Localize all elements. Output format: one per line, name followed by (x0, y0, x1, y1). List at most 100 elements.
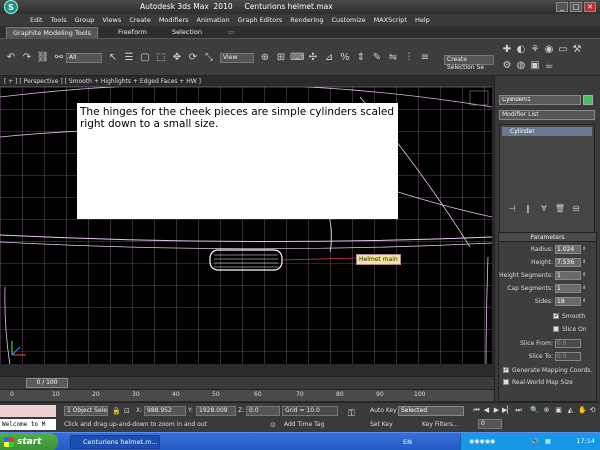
object-name-field[interactable] (499, 95, 581, 105)
select-scale-icon[interactable]: ⤡ (202, 51, 216, 65)
select-move-icon[interactable]: ✥ (170, 51, 184, 65)
select-rotate-icon[interactable]: ⟳ (186, 51, 200, 65)
align-icon[interactable]: ⫶ (402, 51, 416, 65)
menu-create[interactable]: Create (129, 16, 151, 24)
window-crossing-icon[interactable]: ⬚ (154, 51, 168, 65)
perspective-viewport[interactable]: The hinges for the cheek pieces are simp… (0, 86, 492, 364)
max-logo-icon[interactable]: S (4, 0, 18, 14)
pivot-center-icon[interactable]: ⊕ (258, 51, 272, 65)
tab-graphite-modeling[interactable]: Graphite Modeling Tools (6, 27, 99, 38)
percent-snap-icon[interactable]: % (338, 51, 352, 65)
motion-panel-icon[interactable]: ◉ (542, 43, 556, 57)
layer-manager-icon[interactable]: ≡ (418, 51, 432, 65)
spinner-icon[interactable]: ⬍ (582, 258, 588, 267)
object-color-swatch[interactable] (583, 95, 593, 105)
maxscript-mini-listener[interactable]: Welcome to M (0, 419, 56, 430)
go-to-end-icon[interactable]: ⏭ (514, 406, 523, 415)
slice-from-value[interactable]: 0.0 (555, 339, 581, 348)
utilities-panel-icon[interactable]: ⚒ (570, 43, 584, 57)
mirror-icon[interactable]: ⇋ (386, 51, 400, 65)
maxscript-listener-input[interactable] (0, 405, 56, 417)
menu-maxscript[interactable]: MAXScript (374, 16, 407, 24)
pan-view-icon[interactable]: ✋ (578, 406, 587, 415)
pin-stack-icon[interactable]: ⊣ (505, 202, 519, 216)
real-world-map-checkbox[interactable] (503, 379, 509, 385)
tab-freeform[interactable]: Freeform (112, 27, 153, 38)
x-coordinate-field[interactable]: 988.952 (144, 406, 186, 416)
snaps-toggle-icon[interactable]: ✣ (306, 51, 320, 65)
hierarchy-panel-icon[interactable]: ⚘ (528, 43, 542, 57)
field-of-view-icon[interactable]: ◭ (566, 406, 575, 415)
lock-selection-icon[interactable]: 🔒 (112, 407, 121, 415)
track-bar[interactable]: 0 10 20 30 40 50 60 70 80 90 100 (0, 389, 494, 401)
add-time-tag-button[interactable]: Add Time Tag (284, 421, 324, 428)
zoom-icon[interactable]: 🔍 (530, 406, 539, 415)
menu-graph-editors[interactable]: Graph Editors (238, 16, 283, 24)
render-frame-icon[interactable]: ▣ (528, 59, 542, 73)
remove-modifier-icon[interactable]: 🗑 (553, 202, 567, 216)
spinner-snap-icon[interactable]: ⇕ (354, 51, 368, 65)
menu-customize[interactable]: Customize (331, 16, 365, 24)
y-coordinate-field[interactable]: 1928.009 (196, 406, 236, 416)
menu-views[interactable]: Views (102, 16, 121, 24)
set-key-button[interactable]: Set Key (370, 421, 393, 428)
slice-on-checkbox[interactable] (553, 326, 559, 332)
menu-tools[interactable]: Tools (51, 16, 67, 24)
z-coordinate-field[interactable]: 0.0 (246, 406, 280, 416)
named-selection-icon[interactable]: ✎ (370, 51, 384, 65)
named-selection-sets-dropdown[interactable]: Create Selection Se (444, 55, 494, 71)
absolute-mode-icon[interactable]: ⊡ (124, 407, 130, 415)
play-icon[interactable]: ▶ (492, 406, 501, 415)
start-button[interactable]: start (0, 433, 58, 450)
show-end-result-icon[interactable]: ❙ (521, 202, 535, 216)
undo-icon[interactable]: ↶ (4, 51, 18, 65)
smooth-checkbox[interactable] (553, 312, 559, 319)
modifier-list-dropdown[interactable]: Modifier List (499, 110, 595, 120)
redo-icon[interactable]: ↷ (20, 51, 34, 65)
taskbar-app-button[interactable]: Centurions helmet.m... (70, 435, 160, 449)
display-panel-icon[interactable]: ▭ (556, 43, 570, 57)
menu-edit[interactable]: Edit (30, 16, 43, 24)
keyboard-shortcut-icon[interactable]: ⌨ (290, 51, 304, 65)
tray-network-icon[interactable]: ▦ (545, 438, 551, 445)
stack-item-cylinder[interactable]: Cylinder (502, 127, 592, 136)
spinner-icon[interactable]: ⬍ (582, 271, 588, 280)
configure-sets-icon[interactable]: ⊟ (569, 202, 583, 216)
tray-media-icons[interactable]: ◉◉◉◉◉ (469, 438, 495, 445)
previous-frame-icon[interactable]: ◀ (482, 406, 491, 415)
tab-selection[interactable]: Selection (166, 27, 208, 38)
selection-filter-dropdown[interactable]: All (66, 53, 102, 63)
spinner-icon[interactable]: ⬍ (582, 284, 588, 293)
auto-key-button[interactable]: Auto Key (370, 407, 397, 414)
quick-render-icon[interactable]: ☕ (542, 59, 556, 73)
param-height-segments-value[interactable]: 1 (555, 271, 581, 280)
zoom-all-icon[interactable]: ⊕ (542, 406, 551, 415)
tray-volume-icon[interactable]: 🔊 (531, 438, 538, 445)
viewport-label[interactable]: [ + ] [ Perspective ] [ Smooth + Highlig… (4, 78, 201, 85)
param-height-value[interactable]: 7.536 (555, 258, 581, 267)
menu-group[interactable]: Group (75, 16, 95, 24)
make-unique-icon[interactable]: ∀ (537, 202, 551, 216)
key-selection-dropdown[interactable]: Selected (398, 406, 464, 416)
generate-mapping-checkbox[interactable] (503, 366, 509, 373)
zoom-extents-icon[interactable]: ▣ (554, 406, 563, 415)
select-by-name-icon[interactable]: ☰ (122, 51, 136, 65)
key-filters-button[interactable]: Key Filters... (422, 421, 459, 428)
param-cap-segments-value[interactable]: 1 (555, 284, 581, 293)
select-object-icon[interactable]: ↖ (106, 51, 120, 65)
go-to-start-icon[interactable]: ⏮ (472, 406, 481, 415)
current-frame-field[interactable]: 0 (478, 419, 502, 429)
ribbon-options-icon[interactable]: ▭ (222, 27, 240, 38)
close-button[interactable]: ✕ (584, 2, 596, 12)
modify-panel-icon[interactable]: ◐ (514, 43, 528, 57)
language-indicator[interactable]: EN (403, 438, 412, 446)
next-frame-icon[interactable]: ▶▏ (502, 406, 513, 415)
menu-rendering[interactable]: Rendering (290, 16, 323, 24)
param-radius-value[interactable]: 1.024 (555, 245, 581, 254)
spinner-icon[interactable]: ⬍ (582, 245, 588, 254)
render-setup-icon[interactable]: ⚙ (500, 59, 514, 73)
menu-animation[interactable]: Animation (197, 16, 230, 24)
menu-modifiers[interactable]: Modifiers (159, 16, 189, 24)
param-sides-value[interactable]: 18 (555, 297, 581, 306)
manipulate-icon[interactable]: ⊞ (274, 51, 288, 65)
